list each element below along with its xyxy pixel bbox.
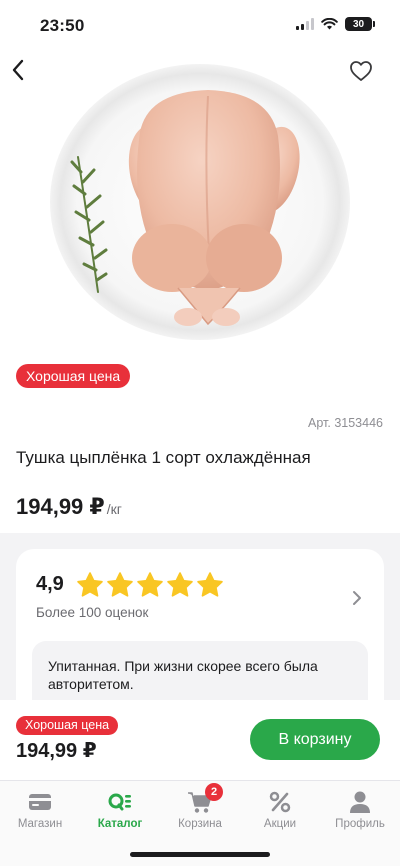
star-icon — [167, 572, 193, 597]
product-title: Тушка цыплёнка 1 сорт охлаждённая — [16, 448, 311, 467]
good-price-badge: Хорошая цена — [16, 364, 131, 388]
status-time: 23:50 — [40, 16, 85, 35]
chevron-right-icon — [353, 591, 361, 605]
rating-stars — [76, 571, 224, 599]
heart-icon — [350, 61, 372, 81]
product-price: 194,99 ₽ — [16, 494, 105, 519]
star-icon — [77, 572, 103, 597]
battery-icon: 30 — [345, 17, 375, 31]
product-image — [50, 64, 350, 340]
tab-cart[interactable]: 2 Корзина — [160, 783, 240, 830]
card-icon — [27, 789, 53, 815]
star-icon — [197, 572, 223, 597]
star-icon — [107, 572, 133, 597]
rating-card[interactable]: 4,9 Более 100 оценок Упитанная. При жизн… — [16, 549, 384, 731]
cart-icon: 2 — [187, 783, 223, 815]
tab-label: Магазин — [17, 818, 63, 830]
buy-bar-price: 194,99 ₽ — [16, 740, 97, 762]
cellular-signal-icon — [296, 18, 314, 30]
catalog-icon — [107, 789, 133, 815]
cart-count-badge: 2 — [205, 783, 223, 801]
back-button[interactable] — [4, 56, 32, 84]
tab-label: Акции — [263, 818, 297, 830]
star-icon — [137, 572, 163, 597]
tab-label: Корзина — [178, 818, 222, 830]
tab-bar: Магазин Каталог 2 Корзина Акции Профиль — [0, 780, 400, 866]
wifi-icon — [321, 18, 338, 30]
tab-catalog[interactable]: Каталог — [80, 789, 160, 830]
tab-promotions[interactable]: Акции — [240, 789, 320, 830]
article-number: Арт. 3153446 — [308, 416, 383, 430]
status-icons: 30 — [296, 17, 375, 31]
status-bar: 23:50 30 — [0, 0, 400, 50]
add-to-cart-button[interactable]: В корзину — [250, 719, 380, 760]
rating-count: Более 100 оценок — [36, 605, 149, 620]
price-row: 194,99 ₽ /кг — [16, 494, 122, 520]
tab-shop[interactable]: Магазин — [0, 789, 80, 830]
tab-profile[interactable]: Профиль — [320, 789, 400, 830]
percent-icon — [267, 789, 293, 815]
rating-value: 4,9 — [36, 573, 64, 595]
chevron-left-icon — [12, 59, 24, 81]
battery-level: 30 — [352, 18, 365, 30]
buy-bar: Хорошая цена 194,99 ₽ В корзину — [0, 700, 400, 780]
tab-label: Каталог — [97, 818, 143, 830]
profile-icon — [347, 789, 373, 815]
home-indicator — [130, 852, 270, 857]
buy-bar-good-price-badge: Хорошая цена — [16, 716, 119, 735]
tab-label: Профиль — [335, 818, 385, 830]
price-unit: /кг — [106, 501, 122, 517]
